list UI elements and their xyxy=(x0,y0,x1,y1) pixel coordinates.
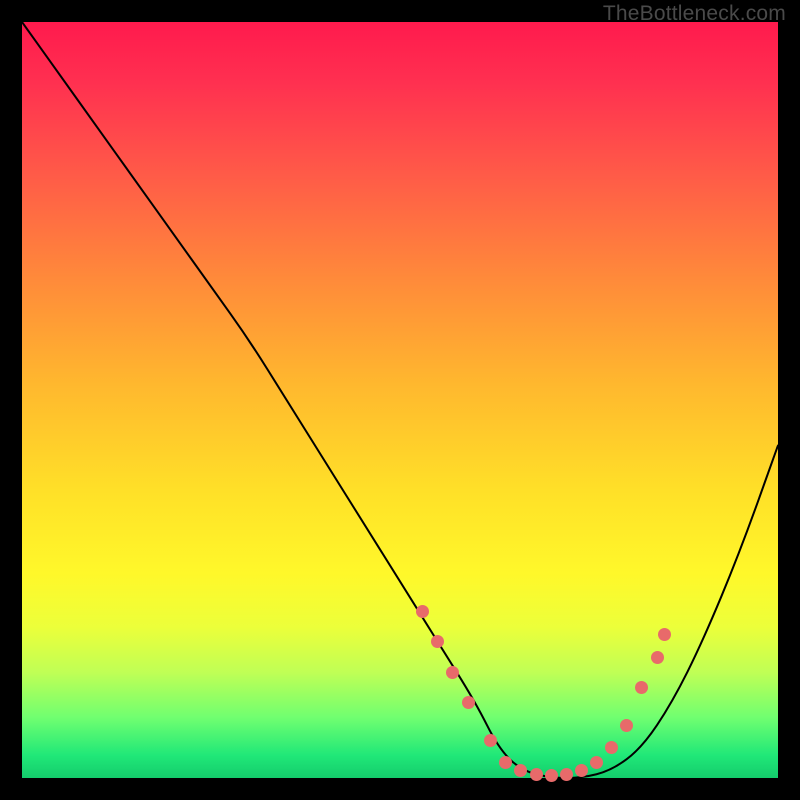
data-dot xyxy=(462,696,475,709)
data-dot xyxy=(514,764,527,777)
data-dot xyxy=(530,768,543,781)
data-dot xyxy=(590,756,603,769)
data-dot xyxy=(545,769,558,782)
data-dot xyxy=(635,681,648,694)
dots-layer xyxy=(22,22,778,778)
data-dot xyxy=(446,666,459,679)
data-dot xyxy=(575,764,588,777)
data-dot xyxy=(651,651,664,664)
data-dot xyxy=(605,741,618,754)
data-dot xyxy=(620,719,633,732)
data-dot xyxy=(484,734,497,747)
data-dot xyxy=(416,605,429,618)
data-dot xyxy=(431,635,444,648)
data-dot xyxy=(658,628,671,641)
chart-frame xyxy=(22,22,778,778)
watermark-text: TheBottleneck.com xyxy=(603,2,786,26)
data-dot xyxy=(499,756,512,769)
data-dot xyxy=(560,768,573,781)
